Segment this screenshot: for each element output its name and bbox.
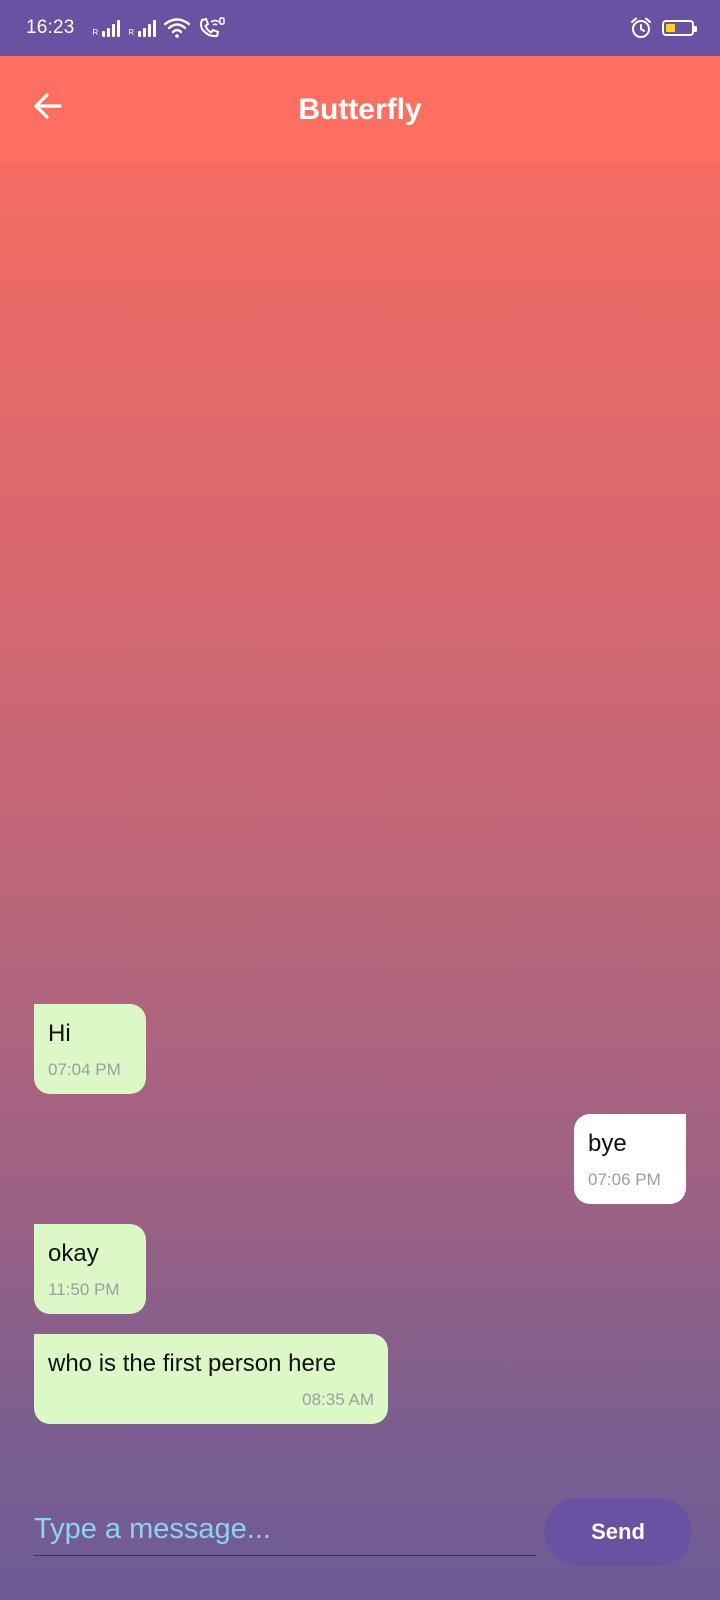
status-right xyxy=(630,17,697,39)
message-time: 08:35 AM xyxy=(302,1390,374,1409)
status-icons: R R xyxy=(93,17,227,39)
chat-title: Butterfly xyxy=(298,93,422,126)
signal-icon: R xyxy=(93,19,121,37)
battery-icon xyxy=(662,20,697,36)
message-time: 11:50 PM xyxy=(48,1280,120,1299)
battery-level xyxy=(666,24,675,32)
message-bubble-incoming[interactable]: Hi 07:04 PM xyxy=(34,1004,146,1094)
alarm-icon xyxy=(631,17,651,38)
sim2-label: R xyxy=(128,28,135,37)
message-bubble-incoming[interactable]: okay 11:50 PM xyxy=(34,1224,146,1314)
signal-icon: R xyxy=(128,19,157,37)
wifi-icon xyxy=(164,18,191,38)
message-list[interactable]: Hi 07:04 PM bye 07:06 PM okay 11:50 PM w… xyxy=(0,164,720,1474)
arrow-left-icon xyxy=(34,93,62,119)
message-time: 07:04 PM xyxy=(48,1060,121,1079)
sim1-label: R xyxy=(92,28,99,37)
message-text: bye xyxy=(588,1130,627,1157)
send-button[interactable]: Send xyxy=(544,1498,692,1566)
status-left: 16:23 R R xyxy=(26,17,226,39)
message-composer: Send xyxy=(0,1490,720,1600)
message-bubble-incoming[interactable]: who is the first person here 08:35 AM xyxy=(34,1334,388,1424)
message-text: Hi xyxy=(48,1020,71,1047)
message-text: okay xyxy=(48,1240,99,1267)
back-button[interactable] xyxy=(28,86,68,126)
message-input[interactable] xyxy=(34,1508,536,1556)
message-time: 07:06 PM xyxy=(588,1170,661,1189)
app-bar: Butterfly xyxy=(0,56,720,164)
message-text: who is the first person here xyxy=(48,1350,337,1377)
status-bar: 16:23 R R xyxy=(0,0,720,56)
wifi-call-icon xyxy=(200,17,225,38)
status-time: 16:23 xyxy=(26,17,75,38)
message-bubble-outgoing[interactable]: bye 07:06 PM xyxy=(574,1114,686,1204)
